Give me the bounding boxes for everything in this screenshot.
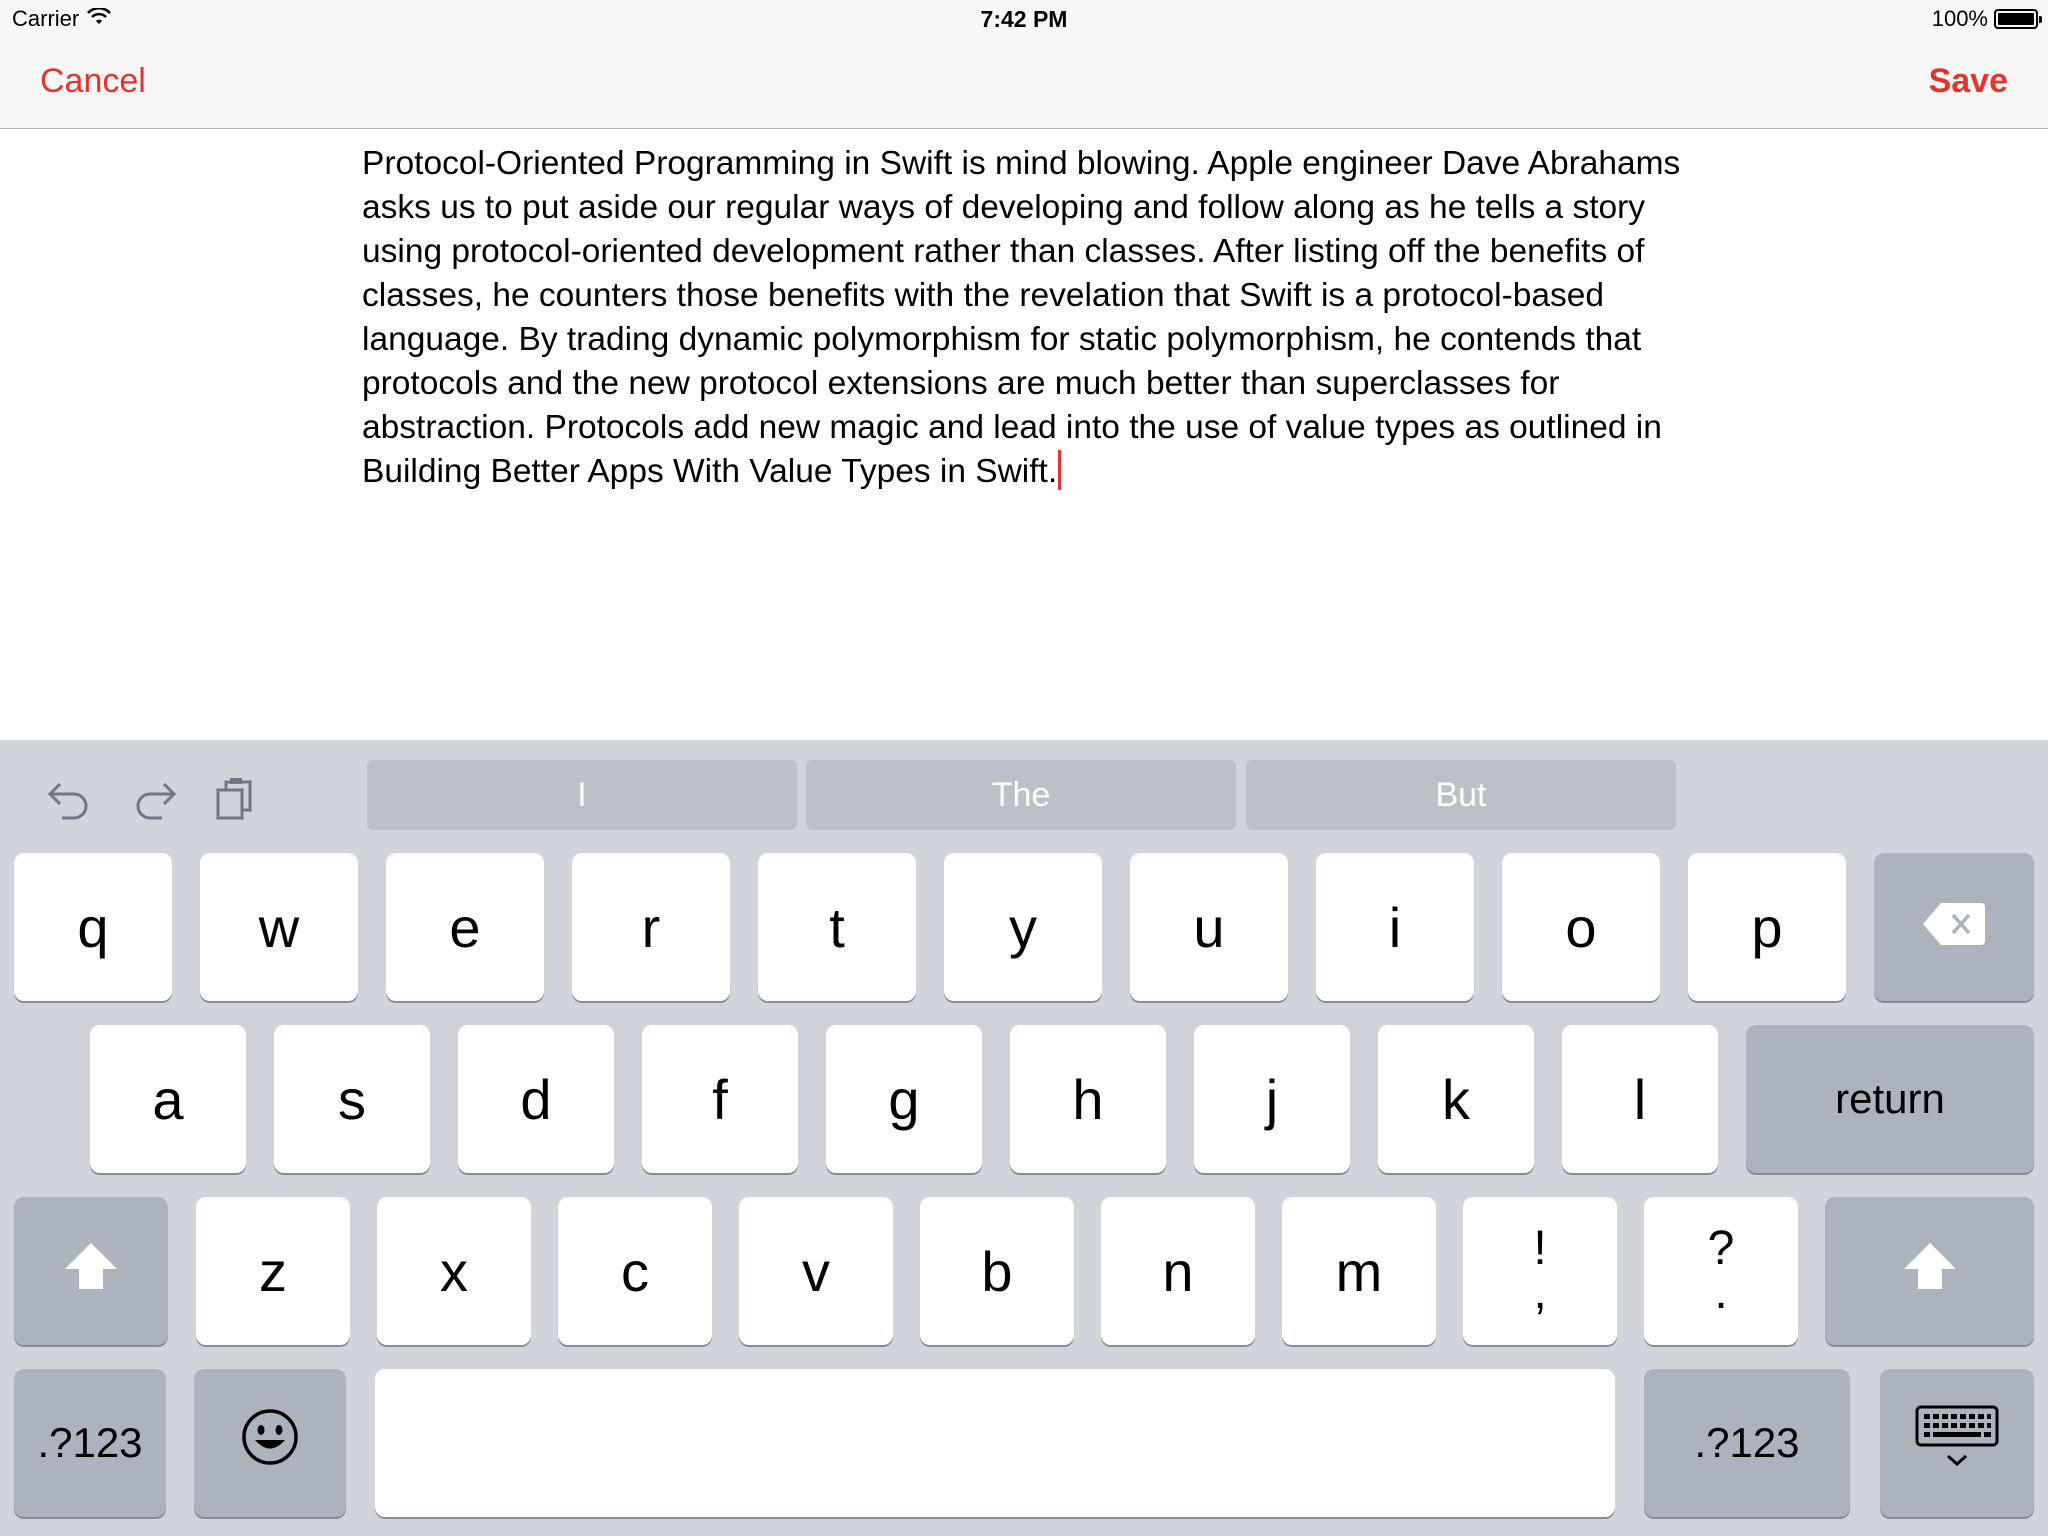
key-question-label: ? bbox=[1707, 1222, 1735, 1275]
key-x[interactable]: x bbox=[377, 1197, 531, 1345]
key-d[interactable]: d bbox=[458, 1025, 614, 1173]
suggestion-1[interactable]: I bbox=[367, 760, 797, 830]
key-p[interactable]: p bbox=[1688, 853, 1846, 1001]
shift-icon bbox=[63, 1239, 119, 1304]
key-i[interactable]: i bbox=[1316, 853, 1474, 1001]
numbers-key-left[interactable]: .?123 bbox=[14, 1369, 166, 1517]
key-g[interactable]: g bbox=[826, 1025, 982, 1173]
suggestion-2[interactable]: The bbox=[806, 760, 1236, 830]
battery-indicator: 100% bbox=[1931, 6, 2042, 32]
battery-icon bbox=[1994, 9, 2042, 29]
key-j[interactable]: j bbox=[1194, 1025, 1350, 1173]
key-z[interactable]: z bbox=[196, 1197, 350, 1345]
emoji-key[interactable] bbox=[194, 1369, 346, 1517]
key-q[interactable]: q bbox=[14, 853, 172, 1001]
key-w[interactable]: w bbox=[200, 853, 358, 1001]
key-r[interactable]: r bbox=[572, 853, 730, 1001]
navigation-bar: Cancel Save bbox=[0, 40, 2048, 129]
key-comma-label: , bbox=[1533, 1266, 1547, 1319]
keyboard: I The But q w e r t y u i o p a s d f g … bbox=[0, 740, 2048, 1536]
save-button[interactable]: Save bbox=[1929, 62, 2008, 101]
dismiss-keyboard-key[interactable] bbox=[1880, 1369, 2034, 1517]
undo-icon[interactable] bbox=[40, 770, 96, 826]
key-y[interactable]: y bbox=[944, 853, 1102, 1001]
text-cursor bbox=[1058, 450, 1062, 490]
key-k[interactable]: k bbox=[1378, 1025, 1534, 1173]
key-a[interactable]: a bbox=[90, 1025, 246, 1173]
paste-icon[interactable] bbox=[206, 770, 262, 826]
key-b[interactable]: b bbox=[920, 1197, 1074, 1345]
key-t[interactable]: t bbox=[758, 853, 916, 1001]
note-text-area[interactable]: Protocol-Oriented Programming in Swift i… bbox=[362, 142, 1692, 494]
key-h[interactable]: h bbox=[1010, 1025, 1166, 1173]
key-l[interactable]: l bbox=[1562, 1025, 1718, 1173]
key-question-period[interactable]: ? . bbox=[1644, 1197, 1798, 1345]
key-s[interactable]: s bbox=[274, 1025, 430, 1173]
suggestion-3[interactable]: But bbox=[1246, 760, 1676, 830]
return-key[interactable]: return bbox=[1746, 1025, 2034, 1173]
cancel-button[interactable]: Cancel bbox=[40, 62, 146, 101]
battery-percent: 100% bbox=[1931, 6, 1988, 31]
shift-icon bbox=[1902, 1239, 1958, 1304]
key-v[interactable]: v bbox=[739, 1197, 893, 1345]
delete-key[interactable] bbox=[1874, 853, 2034, 1001]
key-c[interactable]: c bbox=[558, 1197, 712, 1345]
key-f[interactable]: f bbox=[642, 1025, 798, 1173]
numbers-key-right[interactable]: .?123 bbox=[1644, 1369, 1850, 1517]
key-o[interactable]: o bbox=[1502, 853, 1660, 1001]
key-m[interactable]: m bbox=[1282, 1197, 1436, 1345]
key-e[interactable]: e bbox=[386, 853, 544, 1001]
keyboard-dismiss-icon bbox=[1914, 1404, 2000, 1483]
note-text: Protocol-Oriented Programming in Swift i… bbox=[362, 145, 1681, 490]
key-n[interactable]: n bbox=[1101, 1197, 1255, 1345]
delete-icon bbox=[1921, 895, 1987, 960]
key-period-label: . bbox=[1714, 1266, 1728, 1319]
key-exclamation-comma[interactable]: ! , bbox=[1463, 1197, 1617, 1345]
shift-key-left[interactable] bbox=[14, 1197, 168, 1345]
shift-key-right[interactable] bbox=[1825, 1197, 2034, 1345]
key-exclamation-label: ! bbox=[1533, 1222, 1547, 1275]
status-bar: Carrier 7:42 PM 100% bbox=[0, 0, 2048, 40]
space-bar[interactable] bbox=[375, 1369, 1615, 1517]
emoji-icon bbox=[240, 1407, 300, 1480]
redo-icon[interactable] bbox=[128, 770, 184, 826]
key-u[interactable]: u bbox=[1130, 853, 1288, 1001]
clock: 7:42 PM bbox=[980, 6, 1068, 32]
